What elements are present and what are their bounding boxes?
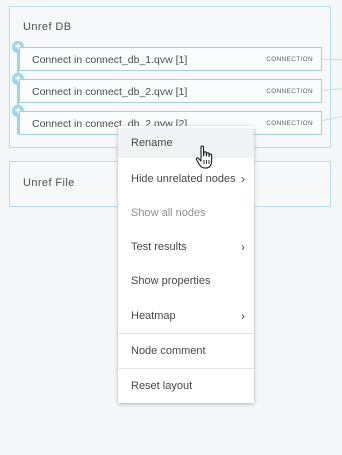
node-type-badge: CONNECTION: [266, 88, 313, 95]
edge-line: [322, 59, 342, 60]
node-label: Connect in connect_db_1.qvw [1]: [32, 54, 188, 66]
menu-item-label: Show all nodes: [131, 207, 206, 219]
node-type-badge: CONNECTION: [266, 120, 313, 127]
menu-item-show-properties[interactable]: Show properties: [118, 266, 254, 296]
chevron-right-icon: ›: [241, 172, 245, 186]
menu-divider: [118, 333, 254, 334]
menu-item-node-comment[interactable]: Node comment: [118, 336, 254, 366]
menu-item-hide-unrelated-nodes[interactable]: Hide unrelated nodes ›: [118, 164, 254, 194]
node-label: Connect in connect_db_2.qvw [1]: [32, 86, 188, 98]
chevron-right-icon: ›: [241, 240, 245, 254]
menu-item-label: Rename: [131, 137, 173, 149]
node-connection[interactable]: Connect in connect_db_1.qvw [1] CONNECTI…: [19, 47, 322, 71]
menu-item-test-results[interactable]: Test results ›: [118, 232, 254, 262]
menu-item-label: Show properties: [131, 275, 211, 287]
menu-item-label: Heatmap: [131, 310, 176, 322]
menu-item-label: Test results: [131, 241, 187, 253]
chevron-right-icon: ›: [241, 309, 245, 323]
menu-item-rename[interactable]: Rename: [118, 128, 254, 158]
context-menu: Rename Hide unrelated nodes › Show all n…: [118, 126, 254, 403]
node-connection[interactable]: Connect in connect_db_2.qvw [1] CONNECTI…: [19, 79, 322, 103]
group-title: Unref DB: [23, 21, 72, 33]
menu-item-show-all-nodes[interactable]: Show all nodes: [118, 198, 254, 228]
menu-item-label: Hide unrelated nodes: [131, 173, 236, 185]
menu-item-label: Node comment: [131, 345, 206, 357]
hand-pointer-icon: [195, 145, 213, 169]
menu-item-reset-layout[interactable]: Reset layout: [118, 371, 254, 401]
menu-item-label: Reset layout: [131, 380, 193, 392]
edge-line: [321, 88, 342, 91]
menu-item-heatmap[interactable]: Heatmap ›: [118, 301, 254, 331]
menu-divider: [118, 368, 254, 369]
node-type-badge: CONNECTION: [266, 56, 313, 63]
group-title: Unref File: [23, 177, 75, 189]
